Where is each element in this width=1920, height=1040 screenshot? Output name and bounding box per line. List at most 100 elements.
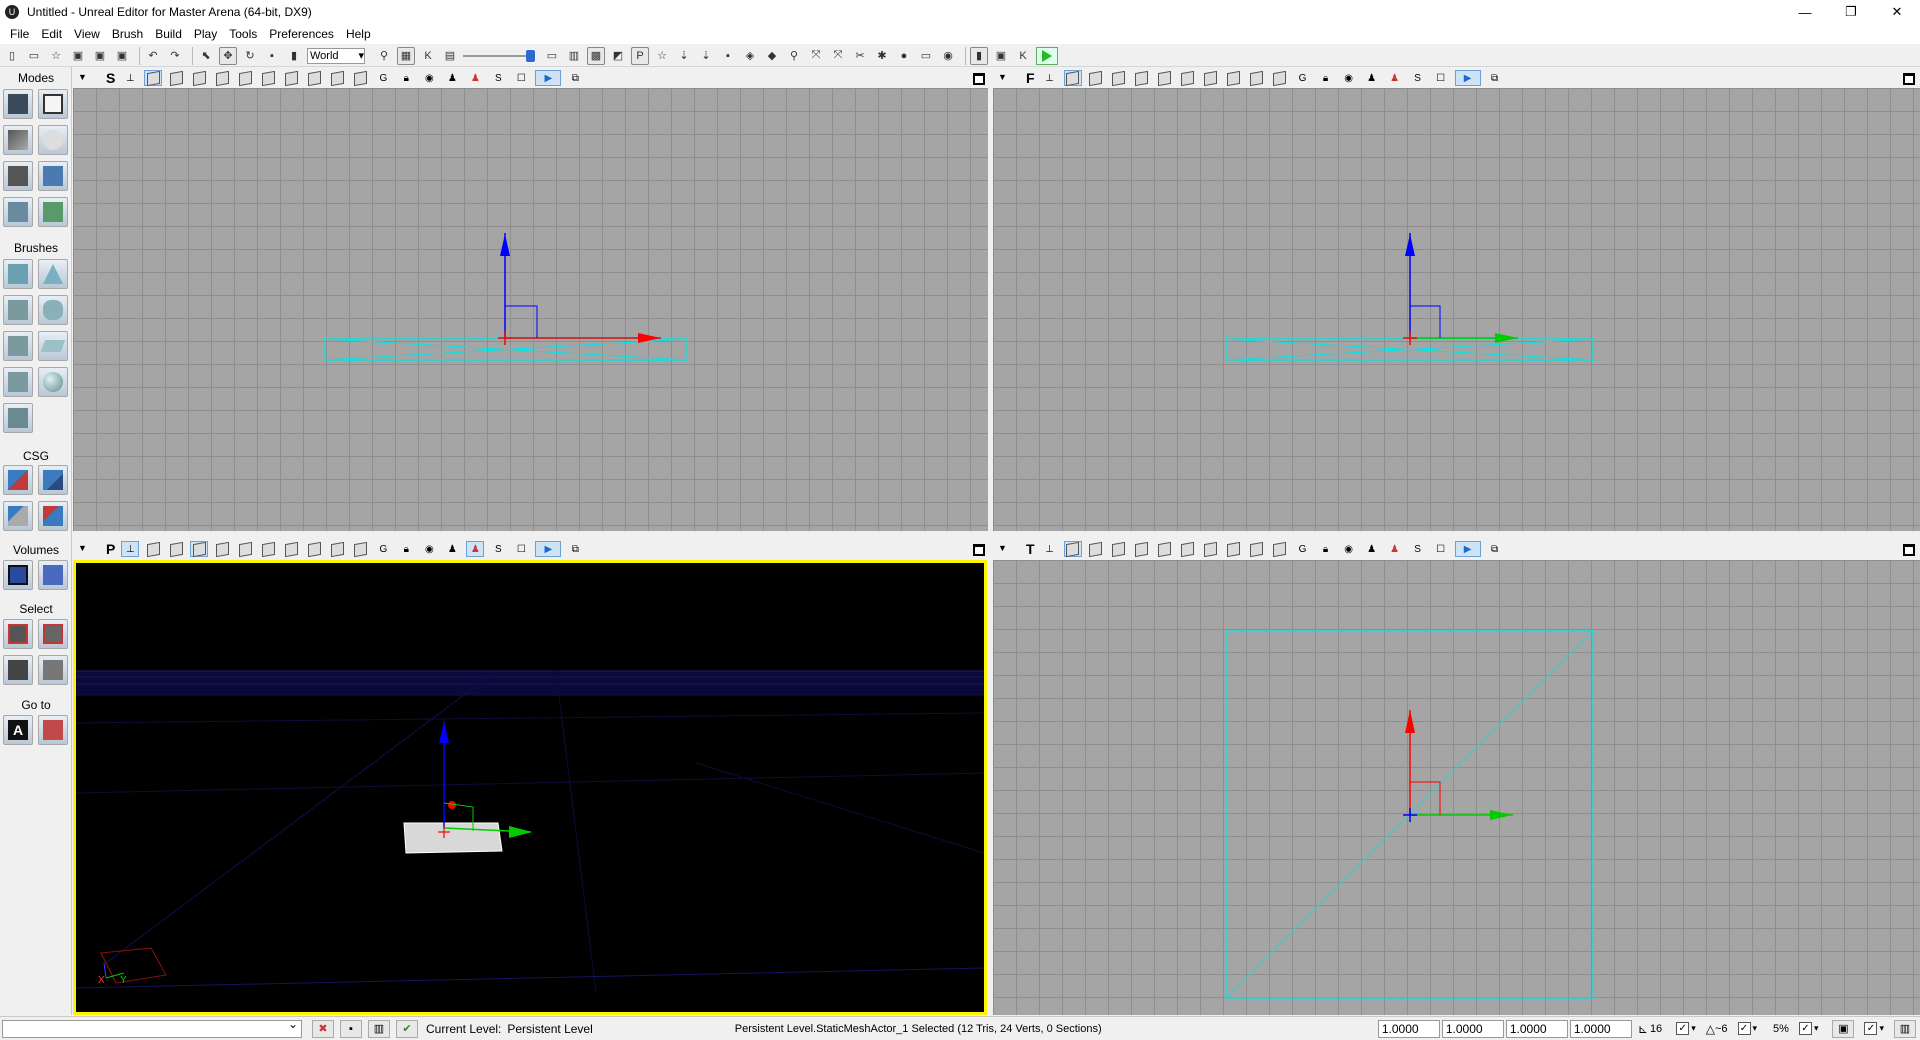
brush-wireframe-icon[interactable] xyxy=(1087,70,1105,86)
csg-deintersect-icon[interactable] xyxy=(38,501,68,531)
frame-icon[interactable]: ☐ xyxy=(1432,70,1450,86)
pin-icon[interactable]: ⚲ xyxy=(785,47,803,65)
lighting-only-view-icon[interactable] xyxy=(259,541,277,557)
scale-snap-checkbox[interactable]: ✓ xyxy=(1798,1022,1812,1035)
lit-view-icon[interactable] xyxy=(213,70,231,86)
texture-mode-icon[interactable] xyxy=(38,161,68,191)
grid-snap-checkbox[interactable]: ✓ xyxy=(1676,1022,1690,1035)
book-icon[interactable]: ▮ xyxy=(970,46,988,65)
no-dragging-icon[interactable]: ✖ xyxy=(312,1019,334,1038)
save-icon[interactable]: ▣ xyxy=(69,47,87,65)
unlit-view-icon[interactable] xyxy=(190,541,209,557)
frame-icon[interactable]: ☐ xyxy=(512,70,530,86)
shader-complexity-icon[interactable] xyxy=(1248,541,1266,557)
float-viewport-icon[interactable]: ⧉ xyxy=(1486,70,1504,86)
drag-grid-slider[interactable] xyxy=(463,49,535,63)
frame-icon[interactable]: ☐ xyxy=(1432,541,1450,557)
viewport-menu-arrow[interactable]: ▼ xyxy=(78,543,87,553)
scale-snap-value[interactable]: 5% xyxy=(1773,1023,1789,1035)
lit-view-icon[interactable] xyxy=(1133,541,1151,557)
cube-brush-icon[interactable] xyxy=(3,259,33,289)
build-cover-icon[interactable]: ◩ xyxy=(609,47,627,65)
wireframe-view-icon[interactable] xyxy=(1063,541,1082,557)
light-complexity-view-icon[interactable] xyxy=(282,541,300,557)
light-complexity-view-icon[interactable] xyxy=(1202,541,1220,557)
rotation-snap-value[interactable]: ~6 xyxy=(1715,1023,1728,1035)
menu-play[interactable]: Play xyxy=(188,27,223,41)
foliage-mode-icon[interactable] xyxy=(38,197,68,227)
brush-wireframe-icon[interactable] xyxy=(167,70,185,86)
chevron-down-icon[interactable]: ▾ xyxy=(1753,1023,1758,1034)
snap-to-floor-icon[interactable]: ⇣ xyxy=(697,47,715,65)
rotation-snap-checkbox[interactable]: ✓ xyxy=(1737,1022,1751,1035)
cone-brush-icon[interactable] xyxy=(38,259,68,289)
restore-button[interactable]: ❐ xyxy=(1828,0,1874,24)
lighting-only-icon[interactable]: ▪ xyxy=(719,47,737,65)
console-icon[interactable]: ▣ xyxy=(992,47,1010,65)
viewport-menu-arrow[interactable]: ▼ xyxy=(998,543,1007,553)
bug-icon[interactable]: ✱ xyxy=(873,47,891,65)
menu-tools[interactable]: Tools xyxy=(223,27,263,41)
lock-icon[interactable]: 🔒︎ xyxy=(1317,70,1335,86)
red-actor-icon[interactable]: ♟ xyxy=(466,541,485,557)
linear-stair-icon[interactable] xyxy=(3,331,33,361)
realtime-play-icon[interactable]: ▶ xyxy=(1454,541,1481,557)
search-actors-icon[interactable]: ⚲ xyxy=(375,47,393,65)
build-paths-icon[interactable]: ▩ xyxy=(587,46,605,65)
camera-icon[interactable]: ◉ xyxy=(939,47,957,65)
shader-complexity-icon[interactable] xyxy=(328,541,346,557)
unlit-view-icon[interactable] xyxy=(1110,70,1128,86)
redo-icon[interactable]: ↷ xyxy=(166,47,184,65)
maximize-viewport-icon[interactable] xyxy=(973,544,985,556)
goto-actor-icon[interactable]: A xyxy=(3,715,33,745)
lightmap-density-icon[interactable] xyxy=(351,70,369,86)
terrain-mode-icon[interactable] xyxy=(3,125,33,155)
streaming-icon[interactable]: S xyxy=(489,541,507,557)
move-mode-icon[interactable] xyxy=(38,125,68,155)
red-actor-icon[interactable]: ♟ xyxy=(466,70,484,86)
content-browser-icon[interactable]: ▦ xyxy=(397,46,415,65)
new-map-icon[interactable]: ▯ xyxy=(3,47,21,65)
grid-size-value[interactable]: 16 xyxy=(1650,1023,1662,1035)
translate-mode-icon[interactable]: ✥ xyxy=(219,46,237,65)
lock-view-icon[interactable]: ⊥ xyxy=(1041,541,1059,557)
undo-icon[interactable]: ↶ xyxy=(144,47,162,65)
level-list-icon[interactable]: ▥ xyxy=(368,1019,390,1038)
frame-icon[interactable]: ☐ xyxy=(512,541,530,557)
lock-selection-icon[interactable]: ▥ xyxy=(1894,1019,1916,1038)
menu-file[interactable]: File xyxy=(4,27,35,41)
unlit-view-icon[interactable] xyxy=(190,70,208,86)
screen-icon[interactable]: ▭ xyxy=(917,47,935,65)
actor-icon[interactable]: ♟ xyxy=(1363,70,1381,86)
drag-grid-x-field[interactable]: 1.0000 xyxy=(1377,1019,1440,1038)
detail-lighting-icon[interactable] xyxy=(1156,70,1174,86)
drag-grid-w-field[interactable]: 1.0000 xyxy=(1569,1019,1632,1038)
select-mode-icon[interactable]: ⬉ xyxy=(197,47,215,65)
select-inverse-icon[interactable] xyxy=(3,655,33,685)
viewport-type-label[interactable]: P xyxy=(106,541,115,557)
close-button[interactable]: ✕ xyxy=(1874,0,1920,24)
red-actor-icon[interactable]: ♟ xyxy=(1386,541,1404,557)
mesh-paint-icon[interactable] xyxy=(3,197,33,227)
spiral-stair-icon[interactable] xyxy=(3,367,33,397)
sheet-brush-icon[interactable] xyxy=(38,331,68,361)
maximize-viewport-icon[interactable] xyxy=(973,73,985,85)
maximize-viewport-icon[interactable] xyxy=(1903,73,1915,85)
viewport-menu-arrow[interactable]: ▼ xyxy=(998,72,1007,82)
perspective-viewport[interactable]: X Y xyxy=(73,560,987,1015)
vertex-snap-checkbox[interactable]: ✓ xyxy=(1864,1022,1878,1035)
menu-brush[interactable]: Brush xyxy=(106,27,149,41)
lighting-only-view-icon[interactable] xyxy=(259,70,277,86)
lightmap-density-icon[interactable] xyxy=(351,541,369,557)
side-viewport[interactable] xyxy=(73,88,988,531)
rotate-mode-icon[interactable]: ↻ xyxy=(241,47,259,65)
volumetric-brush-icon[interactable] xyxy=(3,403,33,433)
favorite-icon[interactable]: ☆ xyxy=(47,47,65,65)
realtime-play-icon[interactable]: ▶ xyxy=(1454,70,1481,86)
minimize-button[interactable]: — xyxy=(1782,0,1828,24)
texture-density-icon[interactable] xyxy=(305,541,323,557)
camera-mode-icon[interactable] xyxy=(3,89,33,119)
add-volume-icon[interactable] xyxy=(3,560,33,590)
unlit-view-icon[interactable] xyxy=(1110,541,1128,557)
lock-view-icon[interactable]: ⊥ xyxy=(121,541,140,557)
